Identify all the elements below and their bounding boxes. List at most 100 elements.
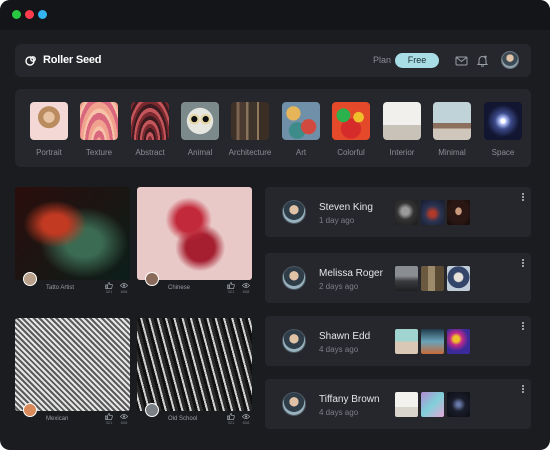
feed-item[interactable]: Tiffany Brown 4 days ago — [265, 379, 531, 429]
category-colorful[interactable]: Colorful — [326, 102, 376, 157]
more-options-icon[interactable] — [521, 385, 525, 395]
category-label: Minimal — [438, 148, 466, 157]
category-thumb-texture — [80, 102, 118, 140]
views-count: 608 — [242, 420, 250, 425]
card-author-name: Old School — [168, 416, 198, 422]
card-author-name: Tatto Artist — [46, 285, 75, 291]
feed-item[interactable]: Shawn Edd 4 days ago — [265, 316, 531, 366]
category-art[interactable]: Art — [276, 102, 326, 157]
views-count: 608 — [120, 289, 128, 294]
likes-count: 321 — [105, 420, 113, 425]
eye-icon — [242, 283, 250, 288]
image-card[interactable]: Mexican 321 608 — [15, 318, 130, 433]
feed-thumbnail[interactable] — [395, 266, 418, 291]
feed-user-name[interactable]: Melissa Roger — [319, 268, 383, 279]
category-thumb-abstract — [131, 102, 169, 140]
author-avatar[interactable] — [145, 272, 159, 286]
user-avatar[interactable] — [282, 200, 306, 224]
author-avatar[interactable] — [23, 272, 37, 286]
more-options-icon[interactable] — [521, 322, 525, 332]
eye-icon — [242, 414, 250, 419]
category-thumb-architecture — [231, 102, 269, 140]
likes-stat[interactable]: 321 — [226, 282, 236, 294]
category-label: Animal — [187, 148, 213, 157]
feed-thumbnail[interactable] — [421, 392, 444, 417]
views-count: 608 — [242, 289, 250, 294]
category-label: Architecture — [228, 148, 272, 157]
category-label: Portrait — [36, 148, 62, 157]
image-card[interactable]: Chinese 321 608 — [137, 187, 252, 302]
category-texture[interactable]: Texture — [74, 102, 124, 157]
feed-time: 4 days ago — [319, 345, 359, 354]
card-image — [15, 318, 130, 411]
category-abstract[interactable]: Abstract — [125, 102, 175, 157]
user-avatar[interactable] — [282, 329, 306, 353]
plan-badge[interactable]: Free — [395, 53, 439, 68]
category-architecture[interactable]: Architecture — [225, 102, 275, 157]
window-control-red[interactable] — [25, 10, 34, 19]
brand-logo[interactable]: Roller Seed — [25, 53, 102, 67]
feed-thumbnail[interactable] — [447, 392, 470, 417]
feed-thumbnail[interactable] — [421, 266, 444, 291]
category-interior[interactable]: Interior — [377, 102, 427, 157]
feed-thumbnail[interactable] — [447, 329, 470, 354]
feed-thumbnail[interactable] — [395, 329, 418, 354]
plan-label: Plan — [373, 55, 392, 65]
feed-user-name[interactable]: Shawn Edd — [319, 331, 370, 342]
category-thumb-space — [484, 102, 522, 140]
category-thumb-minimal — [433, 102, 471, 140]
feed-user-name[interactable]: Steven King — [319, 202, 373, 213]
category-label: Space — [491, 148, 515, 157]
image-card[interactable]: Old School 321 608 — [137, 318, 252, 433]
app-window: Roller Seed Plan Free Portrait Texture A… — [0, 0, 550, 450]
mail-icon[interactable] — [455, 54, 468, 67]
likes-count: 321 — [105, 289, 113, 294]
feed-item[interactable]: Melissa Roger 2 days ago — [265, 253, 531, 303]
feed-thumbnail[interactable] — [447, 200, 470, 225]
category-portrait[interactable]: Portrait — [24, 102, 74, 157]
feed-thumbnail[interactable] — [421, 329, 444, 354]
category-bar: Portrait Texture Abstract Animal Archite… — [15, 89, 531, 167]
views-stat[interactable]: 608 — [241, 413, 251, 425]
likes-count: 321 — [227, 289, 235, 294]
image-card[interactable]: Tatto Artist 321 608 — [15, 187, 130, 302]
user-avatar[interactable] — [282, 266, 306, 290]
title-bar — [0, 0, 550, 30]
author-avatar[interactable] — [145, 403, 159, 417]
views-stat[interactable]: 608 — [119, 282, 129, 294]
likes-stat[interactable]: 321 — [104, 282, 114, 294]
category-thumb-portrait — [30, 102, 68, 140]
likes-stat[interactable]: 321 — [104, 413, 114, 425]
author-avatar[interactable] — [23, 403, 37, 417]
more-options-icon[interactable] — [521, 193, 525, 203]
thumbs-up-icon — [227, 282, 235, 289]
user-avatar[interactable] — [501, 51, 519, 69]
feed-user-name[interactable]: Tiffany Brown — [319, 394, 380, 405]
category-space[interactable]: Space — [478, 102, 528, 157]
feed-thumbnail[interactable] — [395, 392, 418, 417]
feed-time: 2 days ago — [319, 282, 359, 291]
card-image — [137, 187, 252, 280]
category-animal[interactable]: Animal — [175, 102, 225, 157]
window-control-green[interactable] — [12, 10, 21, 19]
card-image — [137, 318, 252, 411]
bell-icon[interactable] — [476, 54, 489, 67]
category-label: Art — [295, 148, 307, 157]
feed-thumbnail[interactable] — [421, 200, 444, 225]
user-avatar[interactable] — [282, 392, 306, 416]
eye-icon — [120, 283, 128, 288]
category-thumb-animal — [181, 102, 219, 140]
window-control-blue[interactable] — [38, 10, 47, 19]
card-author-name: Mexican — [46, 416, 69, 422]
feed-item[interactable]: Steven King 1 day ago — [265, 187, 531, 237]
views-stat[interactable]: 608 — [119, 413, 129, 425]
top-header: Roller Seed Plan Free — [15, 44, 531, 77]
views-count: 608 — [120, 420, 128, 425]
feed-thumbnail[interactable] — [395, 200, 418, 225]
feed-thumbnail[interactable] — [447, 266, 470, 291]
more-options-icon[interactable] — [521, 259, 525, 269]
category-label: Colorful — [337, 148, 365, 157]
views-stat[interactable]: 608 — [241, 282, 251, 294]
category-minimal[interactable]: Minimal — [427, 102, 477, 157]
likes-stat[interactable]: 321 — [226, 413, 236, 425]
